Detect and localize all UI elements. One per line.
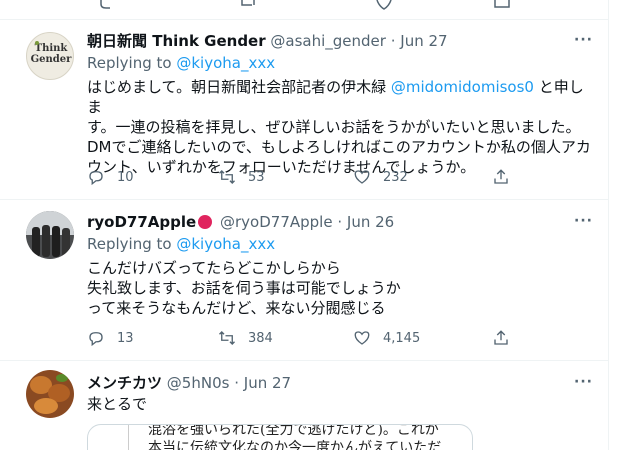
display-name[interactable]: メンチカツ [87,374,162,392]
share-icon [494,330,508,345]
retweet-button[interactable]: 384 [218,329,273,347]
like-button[interactable]: 232 [353,168,408,186]
like-count: 232 [383,169,408,185]
like-count: 4,145 [383,330,421,346]
tweet-header: 朝日新聞 Think Gender @asahi_gender · Jun 27 [87,32,448,50]
tweet-text: はじめまして。朝日新聞社会部記者の伊木緑 @midomidomisos0 と申し… [87,77,597,177]
avatar-logo: Think Gender [27,43,73,65]
separator-dot: · [390,32,396,50]
media-fold-line [128,425,129,450]
replying-to-link[interactable]: @kiyoha_xxx [176,54,275,72]
separator-dot: · [234,374,239,392]
media-text-line: 混浴を強いられた(全力で逃げたけど)。これが [148,424,439,438]
avatar-figure [62,228,70,257]
display-name[interactable]: ryoD77Apple [87,213,196,231]
timestamp[interactable]: Jun 26 [347,213,394,231]
retweet-icon [219,331,235,345]
retweet-icon[interactable] [240,0,258,10]
reply-icon [89,171,103,186]
display-name[interactable]: 朝日新聞 Think Gender [87,32,266,50]
handle[interactable]: @ryoD77Apple [220,213,333,231]
tweet-text-line: はじめまして。朝日新聞社会部記者の伊木緑 @midomidomisos0 と申し… [87,77,597,117]
tweet-text-line: って来そうなもんだけど、来ない分閥感じる [87,299,386,317]
replying-to: Replying to @kiyoha_xxx [87,234,275,254]
replying-to-label: Replying to [87,54,177,72]
tweet-actions: 13 384 4,145 [87,329,517,349]
tweet-header: メンチカツ @5hN0s · Jun 27 [87,374,291,392]
share-icon[interactable] [494,0,510,10]
tweet-text-line: こんだけバズってたらどこかしらから [87,259,341,277]
tweet-actions: 10 53 232 [87,168,517,188]
heart-icon [354,170,370,184]
reply-icon [89,332,103,347]
reply-button[interactable]: 13 [87,329,134,347]
tweet-text-line: DMでご連絡したいので、もしよろしければこのアカウントか私の個人アカ [87,138,591,156]
heart-icon [354,331,370,345]
handle[interactable]: @asahi_gender [270,32,386,50]
replying-to-link[interactable]: @kiyoha_xxx [176,235,275,253]
separator-dot: · [337,213,343,231]
replying-to-label: Replying to [87,235,177,253]
text-segment: はじめまして。朝日新聞社会部記者の伊木緑 [87,78,391,96]
avatar-logo-line1: Think [34,43,68,54]
handle[interactable]: @5hN0s [167,374,230,392]
tweet[interactable]: ryoD77Apple @ryoD77Apple · Jun 26 ··· Re… [0,201,609,361]
replying-to: Replying to @kiyoha_xxx [87,53,275,73]
retweet-button[interactable]: 53 [218,168,265,186]
like-button[interactable]: 4,145 [353,329,420,347]
mention-link[interactable]: @midomidomisos0 [391,78,534,96]
retweet-count: 384 [248,330,273,346]
timeline-column: Think Gender 朝日新聞 Think Gender @asahi_ge… [0,0,609,450]
avatar-food [34,398,58,414]
apple-emoji [198,215,213,229]
avatar-figure [32,227,40,257]
reply-icon[interactable] [100,0,114,10]
avatar[interactable] [26,211,74,259]
avatar-figure [52,226,60,257]
reply-count: 13 [117,330,134,346]
reply-button[interactable]: 10 [87,168,134,186]
tweet-text-line: 来とるで [87,395,148,413]
tweet-text: 来とるで [87,394,597,414]
tweet-text-line: す。一連の投稿を拝見し、ぜひ詳しいお話をうかがいたいと思いました。 [87,118,581,136]
retweet-count: 53 [248,169,265,185]
timestamp[interactable]: Jun 27 [400,32,447,50]
retweet-icon [219,170,235,184]
media-preview[interactable]: 混浴を強いられた(全力で逃げたけど)。これが 本当に伝統文化なのか今一度かんがえ… [87,424,473,450]
avatar-logo-line2: Gender [30,54,72,65]
more-icon[interactable]: ··· [574,213,593,229]
more-icon[interactable]: ··· [574,374,593,390]
avatar[interactable]: Think Gender [26,32,74,80]
media-text-line: 本当に伝統文化なのか今一度かんがえていただ [148,440,442,450]
tweet-text: こんだけバズってたらどこかしらから 失礼致します、お話を伺う事は可能でしょうか … [87,258,597,318]
more-icon[interactable]: ··· [574,32,593,48]
heart-icon[interactable] [376,0,392,10]
tweet[interactable]: Think Gender 朝日新聞 Think Gender @asahi_ge… [0,20,609,200]
tweet-text-line: 失礼致します、お話を伺う事は可能でしょうか [87,279,401,297]
avatar[interactable] [26,370,74,418]
tweet-header: ryoD77Apple @ryoD77Apple · Jun 26 [87,213,394,231]
share-icon [494,169,508,184]
timestamp[interactable]: Jun 27 [244,374,291,392]
leaf-icon [35,41,39,45]
share-button[interactable] [492,329,522,347]
share-button[interactable] [492,168,522,186]
reply-count: 10 [117,169,134,185]
avatar-figure [42,225,50,257]
previous-tweet-actions [0,0,609,20]
avatar-food [56,374,68,382]
